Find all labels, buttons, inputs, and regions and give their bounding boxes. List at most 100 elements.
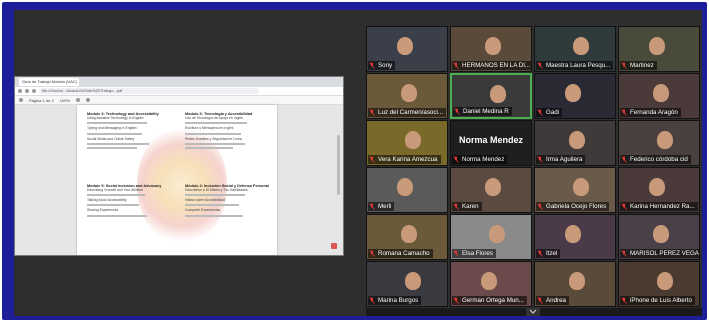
participant-tile[interactable]: Sony <box>366 26 448 72</box>
participant-face <box>657 131 673 149</box>
browser-tab[interactable]: Guía de Trabajo Módulo (UAC) <box>19 78 79 86</box>
muted-mic-icon <box>621 156 627 163</box>
participant-tile[interactable]: Fernanda Aragón <box>618 73 700 119</box>
muted-mic-icon <box>537 62 543 69</box>
participant-tile[interactable]: Maestra Laura Pesqu... <box>534 26 616 72</box>
right-item: Redes Sociales y Seguridad en Línea <box>185 136 242 141</box>
participant-name: Luz del Carmen/asoci... <box>368 108 446 117</box>
participant-tile[interactable]: German Ortega Mun... <box>450 261 532 307</box>
participant-tile[interactable]: MARISOL PEREZ VEGA <box>618 214 700 260</box>
participant-name: Vera Karina Amezcua <box>368 155 441 164</box>
pdf-viewport[interactable]: Module 3: Technology and Accessibility U… <box>15 105 343 255</box>
participant-name: Norma Mendez <box>452 155 508 164</box>
participant-name: Daniel Medina R <box>453 107 512 116</box>
participant-tile[interactable]: Marina Burgos <box>366 261 448 307</box>
participant-tile[interactable]: Romana Camacho <box>366 214 448 260</box>
chevron-down-icon[interactable] <box>526 308 540 316</box>
participant-face <box>573 178 589 196</box>
meeting-stage: Guía de Trabajo Módulo (UAC) file:///Use… <box>14 10 702 316</box>
participant-gallery: Sony HERMANOS EN LA DI... Maestra Laura Pe… <box>366 26 702 316</box>
muted-mic-icon <box>621 297 627 304</box>
participant-tile[interactable]: Federico córdoba cid <box>618 120 700 166</box>
participant-face <box>657 272 673 290</box>
muted-mic-icon <box>537 109 543 116</box>
annotation-icon[interactable] <box>331 243 337 249</box>
participant-face <box>569 131 585 149</box>
participant-name: Karina Hernandez Ra... <box>620 202 698 211</box>
pdf-scrollbar[interactable] <box>337 135 340 195</box>
menu-icon[interactable] <box>19 98 23 102</box>
left-item: Typing and Messaging in English <box>87 126 137 131</box>
participant-face <box>565 225 581 243</box>
browser-urlbar: file:///Users/...Modulo%20de%20Trabajo..… <box>15 87 343 96</box>
participant-name: Maestra Laura Pesqu... <box>536 61 614 70</box>
muted-mic-icon <box>453 156 459 163</box>
participant-face <box>401 225 417 243</box>
muted-mic-icon <box>621 203 627 210</box>
right-column: Módulo 3: Tecnología y Accesibilidad Uso… <box>185 109 269 219</box>
participant-face <box>401 84 417 102</box>
participant-tile[interactable]: Luz del Carmen/asoci... <box>366 73 448 119</box>
muted-mic-icon <box>537 297 543 304</box>
address-input[interactable]: file:///Users/...Modulo%20de%20Trabajo..… <box>39 88 259 94</box>
participant-tile[interactable]: Norma Mendez Norma Mendez <box>450 120 532 166</box>
participant-name: MARISOL PEREZ VEGA <box>620 249 699 258</box>
back-icon[interactable] <box>18 89 22 93</box>
participant-face <box>405 272 421 290</box>
muted-mic-icon <box>453 250 459 257</box>
muted-mic-icon <box>454 108 460 115</box>
participant-name: Marina Burgos <box>368 296 422 305</box>
print-icon[interactable] <box>85 98 90 102</box>
participant-face <box>485 37 501 55</box>
muted-mic-icon <box>537 250 543 257</box>
muted-mic-icon <box>621 109 627 116</box>
muted-mic-icon <box>369 250 375 257</box>
muted-mic-icon <box>369 297 375 304</box>
participant-tile[interactable]: Vera Karina Amezcua <box>366 120 448 166</box>
zoom-level[interactable]: 100% <box>60 98 70 103</box>
participant-face <box>569 272 585 290</box>
forward-icon[interactable] <box>25 89 29 93</box>
participant-tile[interactable]: Merli <box>366 167 448 213</box>
participant-name: Gabriela Ocejo Flores <box>536 202 610 211</box>
browser-tabbar: Guía de Trabajo Módulo (UAC) <box>15 77 343 87</box>
download-icon[interactable] <box>75 98 80 102</box>
participant-tile[interactable]: Karen <box>450 167 532 213</box>
participant-tile[interactable]: Andrea <box>534 261 616 307</box>
participant-tile[interactable]: HERMANOS EN LA DI... <box>450 26 532 72</box>
gallery-bottom-bar <box>366 308 702 316</box>
participant-tile[interactable]: iPhone de Luis Alberto <box>618 261 700 307</box>
participant-tile[interactable]: Gabriela Ocejo Flores <box>534 167 616 213</box>
pdf-toolbar: Página 1 de 2 100% <box>15 96 343 105</box>
muted-mic-icon <box>369 109 375 116</box>
participant-tile[interactable]: Itzel <box>534 214 616 260</box>
participant-name: Fernanda Aragón <box>620 108 681 117</box>
participant-tile[interactable]: Martinez <box>618 26 700 72</box>
participant-face <box>397 178 413 196</box>
participant-tile[interactable]: Karina Hernandez Ra... <box>618 167 700 213</box>
left-item: Describing Yourself and Your Abilities <box>87 188 143 193</box>
participant-face <box>649 37 665 55</box>
right-item: Hablar sobre Accesibilidad <box>185 198 225 203</box>
muted-mic-icon <box>369 156 375 163</box>
participant-face <box>481 272 497 290</box>
participant-tile[interactable]: Gadi <box>534 73 616 119</box>
participant-face <box>649 178 665 196</box>
pdf-page: Module 3: Technology and Accessibility U… <box>77 105 277 255</box>
right-item: Compartir Experiencias <box>185 208 221 213</box>
muted-mic-icon <box>453 62 459 69</box>
right-item: Uso de Tecnología de Apoyo en Inglés <box>185 116 243 121</box>
participant-face <box>489 225 505 243</box>
participant-tile[interactable]: Elsa Flores <box>450 214 532 260</box>
screenshot-frame: Guía de Trabajo Módulo (UAC) file:///Use… <box>2 2 707 320</box>
right-item: Escritura y Mensajería en Inglés <box>185 126 234 131</box>
participant-tile[interactable]: Daniel Medina R <box>450 73 532 119</box>
participant-face <box>405 131 421 149</box>
muted-mic-icon <box>621 62 627 69</box>
shared-screen: Guía de Trabajo Módulo (UAC) file:///Use… <box>14 76 344 256</box>
reload-icon[interactable] <box>32 89 36 93</box>
muted-mic-icon <box>621 250 627 257</box>
left-item: Using Assistive Technology in English <box>87 116 144 121</box>
participant-face <box>397 37 413 55</box>
participant-tile[interactable]: Irma Aguilera <box>534 120 616 166</box>
